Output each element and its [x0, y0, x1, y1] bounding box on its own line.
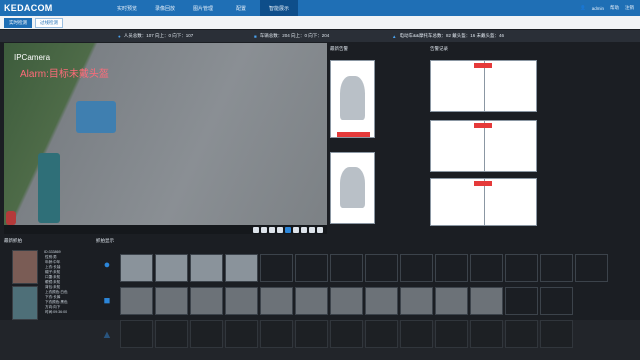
camera-icon[interactable] — [293, 226, 299, 233]
snapshot-icon[interactable] — [269, 226, 275, 233]
capture-cell[interactable] — [155, 287, 188, 315]
brand-logo: KEDACOM — [4, 3, 53, 13]
capture-cell[interactable] — [120, 287, 153, 315]
ebike-count: 电动车&&摩托车总数：82 戴头盔：16 未戴头盔：46 — [399, 33, 504, 38]
video-toolbar — [4, 225, 327, 234]
capture-cell[interactable] — [540, 254, 573, 282]
capture-cell[interactable] — [505, 254, 538, 282]
capture-cell[interactable] — [295, 287, 328, 315]
capture-cell[interactable] — [155, 254, 188, 282]
capture-cell[interactable] — [470, 254, 503, 282]
alarm-record-card[interactable] — [430, 178, 537, 226]
motorbike-icon: ▲ — [392, 33, 397, 39]
main-nav: 实时预览 录像回放 图片管理 配置 智能展示 — [108, 0, 298, 16]
delete-icon[interactable] — [253, 226, 259, 233]
zoom-icon[interactable] — [285, 226, 291, 233]
alarm-tag — [474, 63, 492, 68]
fullscreen-icon[interactable] — [317, 226, 323, 233]
latest-alarm-card[interactable] — [330, 152, 375, 224]
user-area: 👤 admin 帮助 注销 — [580, 0, 634, 16]
pedestrian-figure — [38, 153, 60, 223]
capture-cell[interactable] — [190, 287, 223, 315]
help-link[interactable]: 帮助 — [610, 5, 619, 11]
latest-alarm-card[interactable] — [330, 60, 375, 138]
tab-line-detect[interactable]: 过线检测 — [35, 17, 63, 28]
car-icon: ■ — [254, 33, 257, 39]
capture-cell[interactable] — [540, 287, 573, 315]
rider-figure — [76, 101, 116, 133]
capture-cell[interactable] — [435, 287, 468, 315]
username[interactable]: admin — [592, 6, 604, 11]
people-count: 人员总数：107 向上：0 向下：107 — [123, 33, 194, 38]
capture-cell[interactable] — [400, 287, 433, 315]
car-icon: ■ — [103, 295, 111, 307]
channel-label: IPCamera — [14, 53, 51, 62]
person-icon: ● — [118, 33, 121, 39]
person-placeholder-icon — [340, 167, 365, 208]
user-icon: 👤 — [580, 5, 586, 10]
nav-live-preview[interactable]: 实时预览 — [108, 0, 146, 16]
capture-cell[interactable] — [505, 287, 538, 315]
capture-cell[interactable] — [295, 254, 328, 282]
capture-cell[interactable] — [260, 254, 293, 282]
logout-link[interactable]: 注销 — [625, 5, 634, 11]
pedestrian-figure — [6, 211, 16, 225]
alarm-tag — [337, 132, 370, 137]
top-nav-bar: KEDACOM 实时预览 录像回放 图片管理 配置 智能展示 👤 admin 帮… — [0, 0, 640, 16]
capture-cell[interactable] — [225, 254, 258, 282]
capture-cell[interactable] — [190, 254, 223, 282]
capture-cell[interactable] — [120, 254, 153, 282]
bottom-overlay — [0, 320, 640, 360]
capture-cell[interactable] — [435, 254, 468, 282]
settings-icon[interactable] — [309, 226, 315, 233]
nav-config[interactable]: 配置 — [222, 0, 260, 16]
sub-tab-bar: 实时检测 过线检测 — [0, 16, 640, 29]
capture-cell[interactable] — [365, 254, 398, 282]
capture-cell[interactable] — [330, 287, 363, 315]
record-icon[interactable] — [261, 226, 267, 233]
tab-realtime-detect[interactable]: 实时检测 — [4, 17, 32, 28]
capture-cell[interactable] — [225, 287, 258, 315]
stats-bar: ● 人员总数：107 向上：0 向下：107 ■ 车辆总数：204 向上：0 向… — [0, 30, 640, 42]
capture-cell[interactable] — [575, 254, 608, 282]
capture-cell[interactable] — [365, 287, 398, 315]
capture-cell[interactable] — [470, 287, 503, 315]
capture-display-title: 抓拍显示 — [96, 238, 114, 243]
capture-thumbnail[interactable] — [12, 250, 38, 284]
latest-alarm-title: 最新告警 — [330, 46, 348, 51]
person-capture-row — [120, 254, 608, 282]
grid-icon[interactable] — [277, 226, 283, 233]
latest-capture-title: 最新抓拍 — [4, 238, 22, 243]
capture-info: ID:333869 性别:男 年龄:中年 上衣:长袖 帽子:未知 口罩:未知 眼… — [44, 250, 68, 314]
capture-thumbnail[interactable] — [12, 286, 38, 320]
vehicle-capture-row — [120, 287, 573, 315]
nav-smart-display[interactable]: 智能展示 — [260, 0, 298, 16]
nav-playback[interactable]: 录像回放 — [146, 0, 184, 16]
nav-picture-management[interactable]: 图片管理 — [184, 0, 222, 16]
alarm-record-card[interactable] — [430, 120, 537, 172]
live-video[interactable]: IPCamera Alarm:目标未戴头盔 — [4, 43, 327, 225]
vehicle-count: 车辆总数：204 向上：0 向下：204 — [259, 33, 330, 38]
person-icon: ● — [103, 259, 111, 271]
alarm-record-title: 告警记录 — [430, 46, 448, 51]
capture-cell[interactable] — [260, 287, 293, 315]
alarm-record-card[interactable] — [430, 60, 537, 112]
alarm-tag — [474, 181, 492, 186]
capture-cell[interactable] — [330, 254, 363, 282]
search-icon[interactable] — [301, 226, 307, 233]
alarm-tag — [474, 123, 492, 128]
capture-cell[interactable] — [400, 254, 433, 282]
alarm-overlay: Alarm:目标未戴头盔 — [20, 69, 109, 80]
person-placeholder-icon — [340, 76, 365, 121]
